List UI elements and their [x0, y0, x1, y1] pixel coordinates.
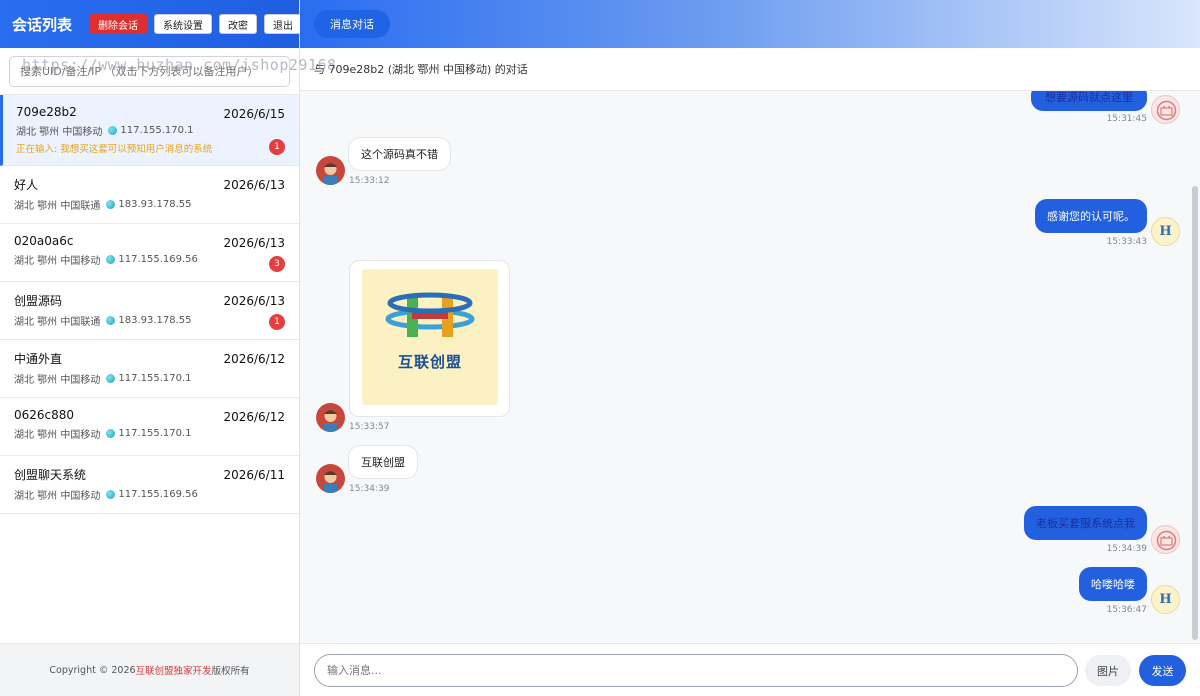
session-date: 2026/6/12	[223, 352, 285, 366]
svg-text:H: H	[1159, 224, 1171, 239]
session-location: 湖北 鄂州 中国移动 117.155.170.1	[16, 123, 285, 138]
session-date: 2026/6/15	[223, 107, 285, 121]
message-bubble-out: 老板买套服系统点我	[1024, 506, 1147, 540]
ip-text: 117.155.170.1	[118, 373, 192, 384]
svg-text:H: H	[1159, 592, 1171, 607]
session-location: 湖北 鄂州 中国移动 117.155.170.1	[14, 426, 285, 441]
brand-logo-image: 互联创盟	[362, 269, 498, 405]
copyright-footer: Copyright © 2026 互联创盟独家开发 版权所有	[0, 643, 299, 696]
message-time: 15:33:12	[349, 176, 390, 186]
session-item[interactable]: 创盟聊天系统 2026/6/11 湖北 鄂州 中国移动 117.155.169.…	[0, 456, 299, 514]
visitor-avatar	[316, 156, 345, 185]
sidebar-title: 会话列表	[12, 15, 73, 34]
unread-badge: 3	[269, 256, 285, 272]
location-text: 湖北 鄂州 中国移动	[14, 256, 101, 267]
globe-icon	[106, 316, 116, 325]
ip-text: 117.155.170.1	[118, 428, 192, 439]
session-item[interactable]: 创盟源码 2026/6/13 湖北 鄂州 中国联通 183.93.178.55 …	[0, 282, 299, 340]
session-date: 2026/6/13	[223, 178, 285, 192]
search-input[interactable]	[9, 56, 290, 87]
tab-message-dialog[interactable]: 消息对话	[314, 10, 390, 38]
session-location: 湖北 鄂州 中国联通 183.93.178.55	[14, 197, 285, 212]
ip-text: 117.155.169.56	[118, 489, 198, 500]
sidebar-header: 会话列表 删除会话 系统设置 改密 退出	[0, 0, 303, 48]
location-text: 湖北 鄂州 中国移动	[14, 375, 101, 386]
message-bubble-in: 这个源码真不错	[348, 137, 451, 171]
location-text: 湖北 鄂州 中国移动	[14, 430, 101, 441]
conversation-title: 与 709e28b2 (湖北 鄂州 中国移动) 的对话	[300, 48, 1200, 91]
logout-button[interactable]: 退出	[264, 14, 303, 34]
message-time: 15:34:39	[1106, 544, 1147, 554]
visitor-avatar	[316, 403, 345, 432]
copyright-brand-link[interactable]: 互联创盟独家开发	[136, 663, 212, 677]
send-image-button[interactable]: 图片	[1085, 655, 1131, 686]
message-bubble-in: 互联创盟	[348, 445, 418, 479]
ip-text: 183.93.178.55	[118, 199, 192, 210]
globe-icon	[106, 374, 116, 383]
chat-panel: 消息对话 与 709e28b2 (湖北 鄂州 中国移动) 的对话 想要源码就点这…	[300, 0, 1200, 696]
globe-icon	[106, 255, 116, 264]
message-list[interactable]: 想要源码就点这里 15:31:45 这个源码真不错 15:33:12 感谢您的认…	[300, 91, 1200, 643]
location-text: 湖北 鄂州 中国联通	[14, 201, 101, 212]
copyright-prefix: Copyright © 2026	[49, 664, 136, 676]
ip-text: 183.93.178.55	[118, 315, 192, 326]
chat-header: 消息对话	[300, 0, 1200, 48]
agent-avatar	[1151, 525, 1180, 554]
globe-icon	[106, 490, 116, 499]
session-date: 2026/6/13	[223, 294, 285, 308]
message-bubble-out: 哈喽哈喽	[1079, 567, 1147, 601]
agent-avatar: H	[1151, 585, 1180, 614]
session-item[interactable]: 中通外直 2026/6/12 湖北 鄂州 中国移动 117.155.170.1	[0, 340, 299, 398]
session-date: 2026/6/11	[223, 468, 285, 482]
message-time: 15:34:39	[349, 484, 390, 494]
typing-indicator: 正在输入: 我想买这套可以预知用户消息的系统	[16, 144, 213, 155]
message-time: 15:33:43	[1106, 237, 1147, 247]
system-settings-button[interactable]: 系统设置	[154, 14, 213, 34]
agent-avatar	[1151, 95, 1180, 124]
session-location: 湖北 鄂州 中国移动 117.155.169.56	[14, 487, 285, 502]
message-time: 15:33:57	[349, 422, 390, 432]
message-bubble-out: 感谢您的认可呢。	[1035, 199, 1147, 233]
message-scrollbar[interactable]	[1192, 186, 1198, 640]
session-date: 2026/6/12	[223, 410, 285, 424]
message-input[interactable]	[314, 654, 1078, 687]
send-button[interactable]: 发送	[1139, 655, 1186, 686]
session-location: 湖北 鄂州 中国联通 183.93.178.55	[14, 313, 285, 328]
search-bar	[0, 48, 299, 95]
globe-icon	[108, 126, 118, 135]
message-time: 15:36:47	[1106, 605, 1147, 615]
location-text: 湖北 鄂州 中国联通	[14, 317, 101, 328]
session-location: 湖北 鄂州 中国移动 117.155.170.1	[14, 371, 285, 386]
ip-text: 117.155.170.1	[120, 125, 194, 136]
unread-badge: 1	[269, 139, 285, 155]
image-message-bubble[interactable]: 互联创盟	[349, 260, 510, 417]
copyright-suffix: 版权所有	[211, 666, 250, 677]
session-sidebar: 会话列表 删除会话 系统设置 改密 退出 709e28b2 2026/6/15 …	[0, 0, 303, 696]
globe-icon	[106, 429, 116, 438]
session-location: 湖北 鄂州 中国移动 117.155.169.56	[14, 252, 285, 267]
unread-badge: 1	[269, 314, 285, 330]
ip-text: 117.155.169.56	[118, 254, 198, 265]
change-password-button[interactable]: 改密	[219, 14, 258, 34]
session-date: 2026/6/13	[223, 236, 285, 250]
session-item[interactable]: 好人 2026/6/13 湖北 鄂州 中国联通 183.93.178.55	[0, 166, 299, 224]
delete-session-button[interactable]: 删除会话	[89, 14, 148, 34]
logo-caption: 互联创盟	[397, 353, 462, 371]
message-bubble-out: 想要源码就点这里	[1031, 91, 1147, 111]
visitor-avatar	[316, 464, 345, 493]
location-text: 湖北 鄂州 中国移动	[14, 491, 101, 502]
session-item[interactable]: 0626c880 2026/6/12 湖北 鄂州 中国移动 117.155.17…	[0, 398, 299, 456]
agent-avatar: H	[1151, 217, 1180, 246]
globe-icon	[106, 200, 116, 209]
message-time: 15:31:45	[1106, 114, 1147, 124]
session-item[interactable]: 020a0a6c 2026/6/13 湖北 鄂州 中国移动 117.155.16…	[0, 224, 299, 282]
location-text: 湖北 鄂州 中国移动	[16, 127, 103, 138]
message-composer: 图片 发送	[300, 643, 1200, 696]
session-item[interactable]: 709e28b2 2026/6/15 湖北 鄂州 中国移动 117.155.17…	[0, 95, 299, 166]
